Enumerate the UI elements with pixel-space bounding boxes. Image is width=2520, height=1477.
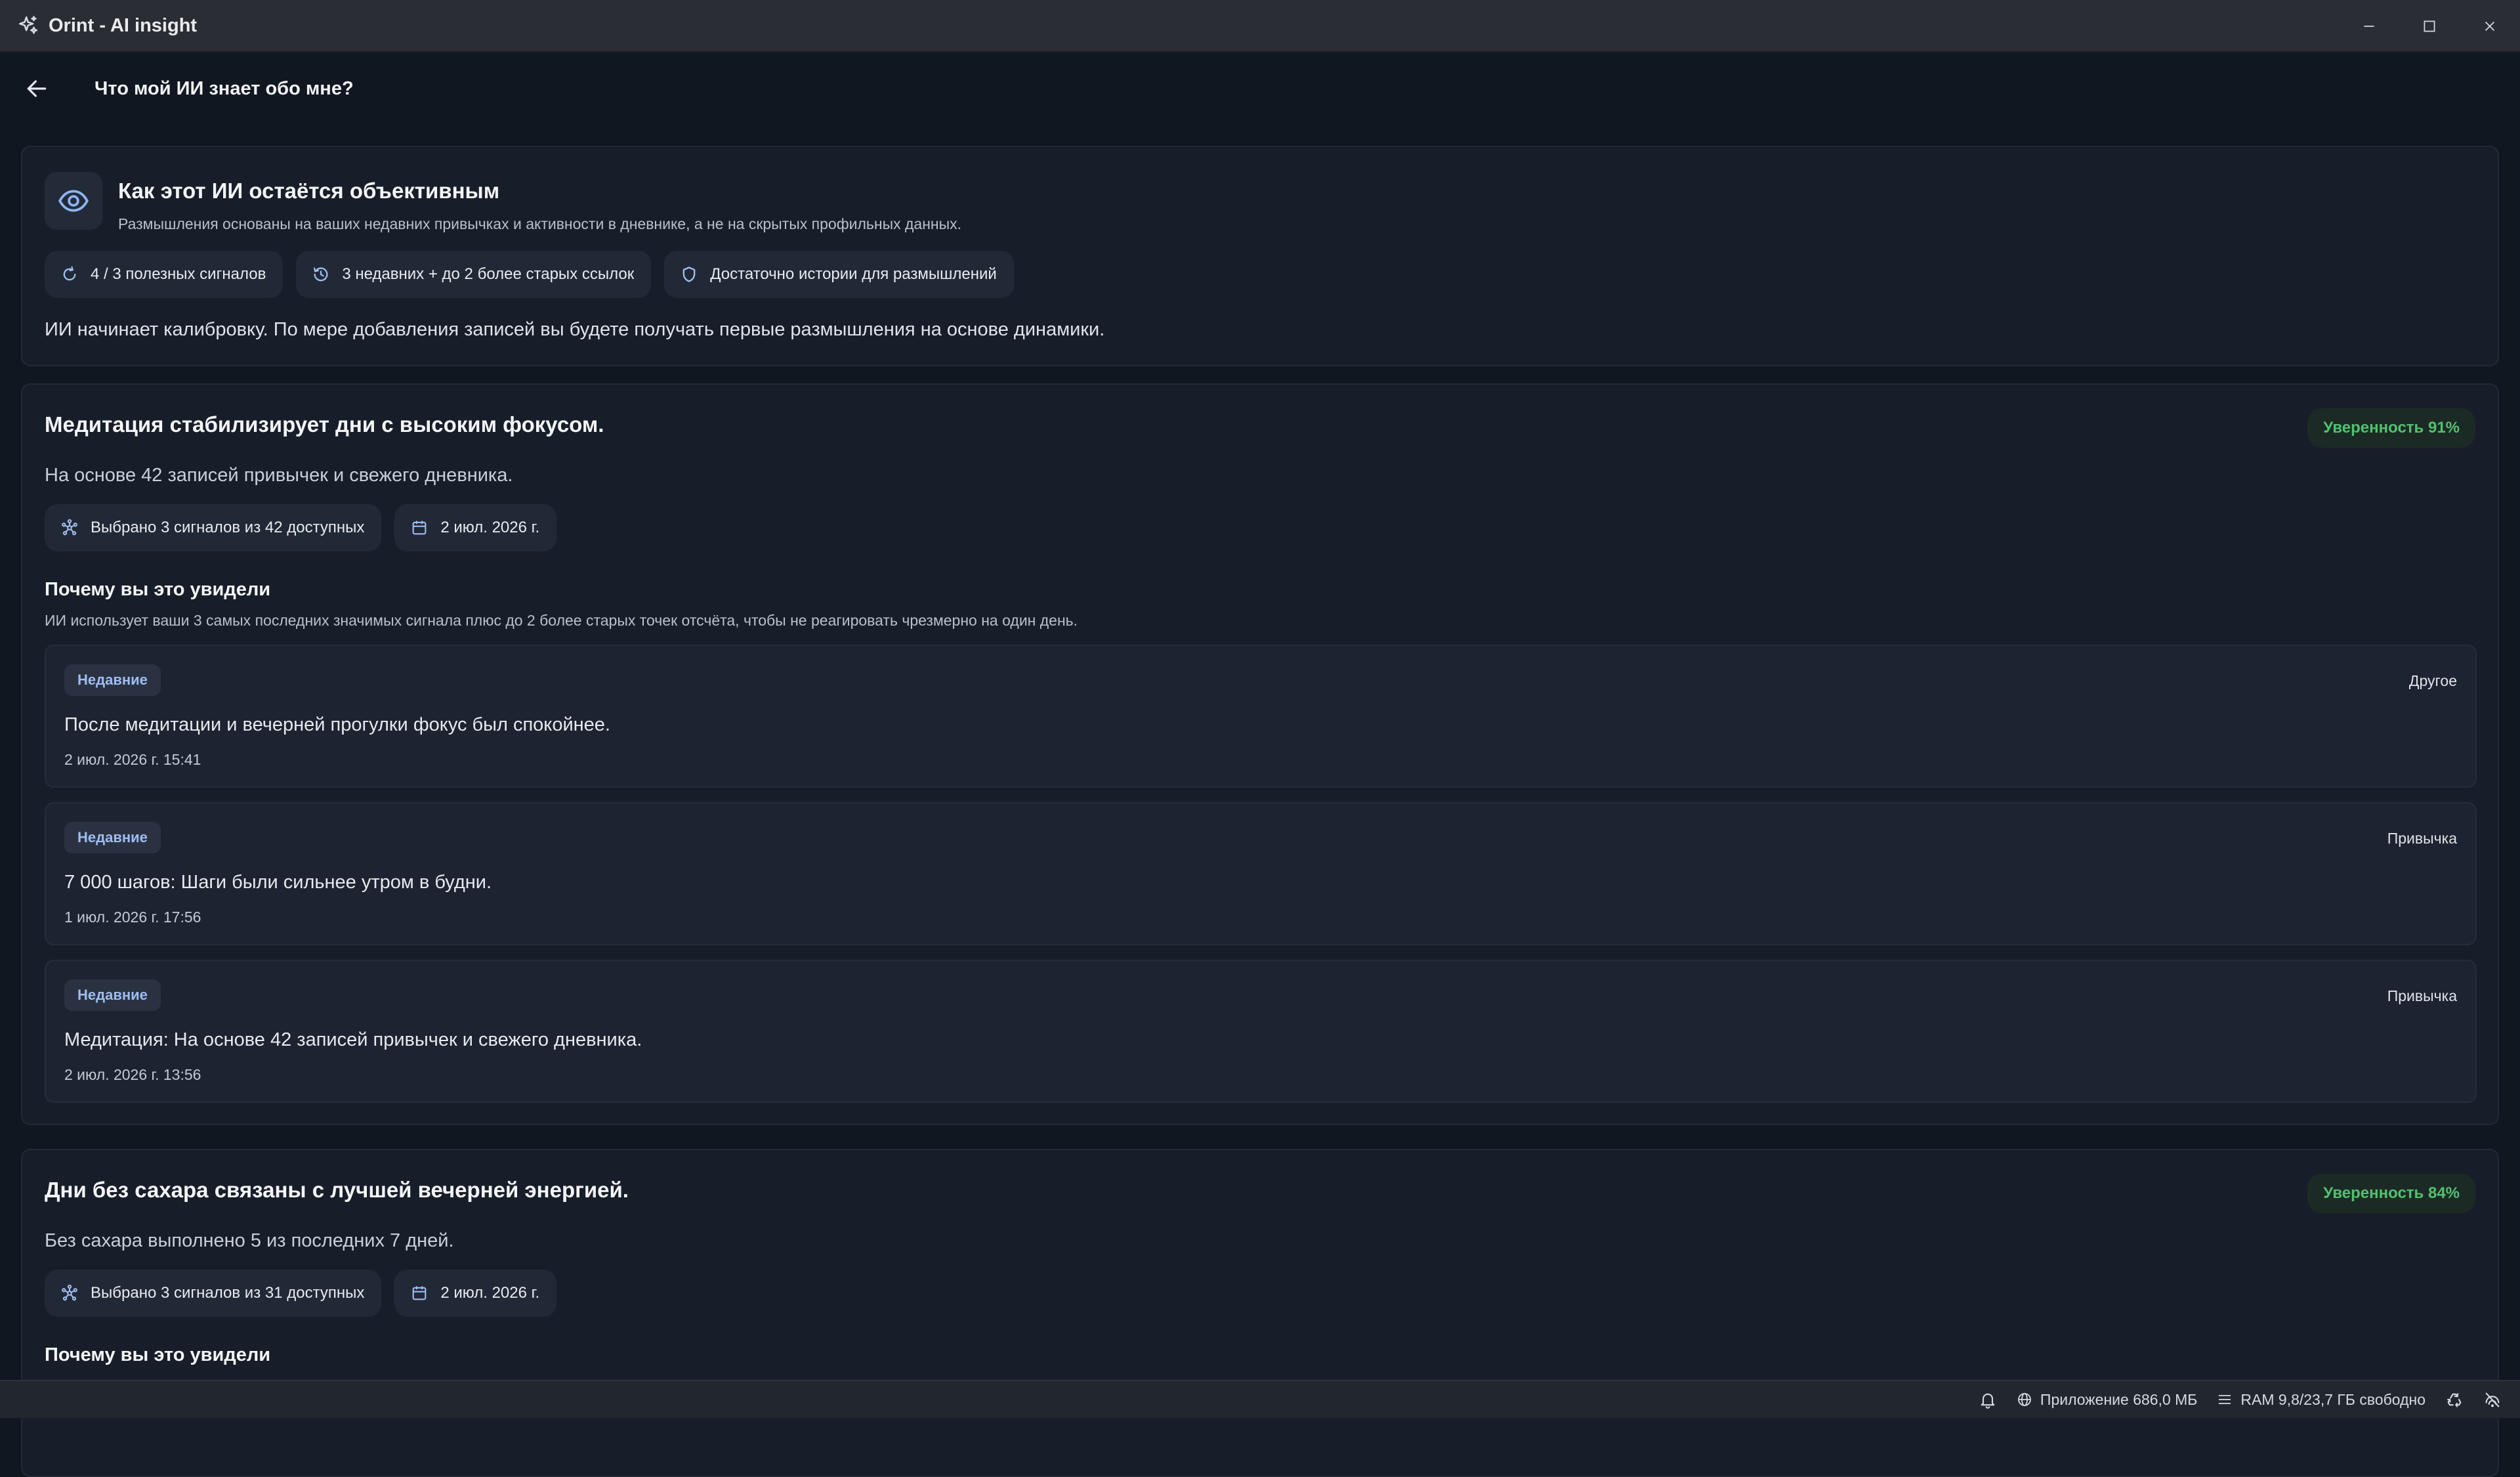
signal-kind: Привычка (2387, 830, 2457, 847)
objectivity-header: Как этот ИИ остаётся объективным Размышл… (45, 172, 961, 233)
eye-icon (58, 190, 89, 212)
useful-signals-label: 4 / 3 полезных сигналов (91, 265, 266, 283)
maximize-button[interactable] (2399, 0, 2460, 53)
status-bar: Приложение 686,0 МБ RAM 9,8/23,7 ГБ своб… (0, 1380, 2520, 1418)
network-icon (62, 1284, 77, 1301)
why-text: ИИ использует ваши 3 самых последних зна… (45, 612, 1078, 629)
why-title: Почему вы это увидели (45, 1344, 271, 1365)
ram-status: RAM 9,8/23,7 ГБ свободно (2217, 1391, 2426, 1409)
signal-text: 7 000 шагов: Шаги были сильнее утром в б… (64, 872, 492, 893)
sparkle-icon (18, 16, 38, 34)
selected-signals-label: Выбрано 3 сигналов из 42 доступных (91, 519, 365, 536)
page-header: Что мой ИИ знает обо мне? (0, 53, 2520, 125)
insight-card: Медитация стабилизирует дни с высоким фо… (21, 383, 2499, 1125)
cleanup-button[interactable] (2445, 1390, 2464, 1409)
globe-icon (2018, 1393, 2031, 1406)
signal-item: Недавние Другое После медитации и вечерн… (45, 645, 2477, 788)
selected-signals-label: Выбрано 3 сигналов из 31 доступных (91, 1284, 365, 1302)
signal-badge: Недавние (64, 822, 161, 853)
signal-time: 1 июл. 2026 г. 17:56 (64, 909, 201, 926)
close-icon (2485, 21, 2495, 32)
signal-time: 2 июл. 2026 г. 15:41 (64, 751, 201, 768)
app-memory-label: Приложение 686,0 МБ (2040, 1390, 2198, 1408)
signal-text: Медитация: На основе 42 записей привычек… (64, 1029, 642, 1050)
signal-badge: Недавние (64, 979, 161, 1011)
insight-title: Медитация стабилизирует дни с высоким фо… (45, 412, 604, 437)
shield-icon (682, 267, 696, 282)
ram-label: RAM 9,8/23,7 ГБ свободно (2240, 1390, 2426, 1408)
date-chip: 2 июл. 2026 г. (394, 1270, 557, 1317)
bell-icon (1981, 1393, 1995, 1409)
network-icon (62, 519, 77, 536)
useful-signals-chip: 4 / 3 полезных сигналов (45, 251, 284, 298)
signal-item: Недавние Привычка Медитация: На основе 4… (45, 960, 2477, 1103)
page-title: Что мой ИИ знает обо мне? (94, 77, 354, 99)
insight-summary: Без сахара выполнено 5 из последних 7 дн… (45, 1230, 454, 1251)
notifications-button[interactable] (1979, 1390, 1997, 1409)
arrow-left-icon (27, 80, 47, 97)
selected-signals-chip: Выбрано 3 сигналов из 42 доступных (45, 504, 382, 551)
calibration-note: ИИ начинает калибровку. По мере добавлен… (45, 319, 1105, 340)
recycle-icon (2447, 1393, 2462, 1407)
history-icon (314, 267, 328, 282)
objectivity-card: Как этот ИИ остаётся объективным Размышл… (21, 146, 2499, 366)
minimize-icon (2364, 26, 2374, 27)
signal-kind: Другое (2408, 672, 2457, 689)
insight-chips: Выбрано 3 сигналов из 42 доступных 2 июл… (45, 504, 557, 551)
memory-icon (2219, 1395, 2231, 1404)
selected-signals-chip: Выбрано 3 сигналов из 31 доступных (45, 1270, 382, 1317)
eye-icon-box (45, 172, 102, 230)
signal-text: После медитации и вечерней прогулки фоку… (64, 714, 610, 735)
insight-title: Дни без сахара связаны с лучшей вечерней… (45, 1178, 629, 1202)
signal-item: Недавние Привычка 7 000 шагов: Шаги были… (45, 802, 2477, 945)
window-title: Orint - AI insight (49, 14, 198, 36)
date-label: 2 июл. 2026 г. (440, 1284, 540, 1302)
signal-badge: Недавние (64, 664, 161, 696)
network-status-button[interactable] (2483, 1390, 2502, 1409)
objectivity-chips: 4 / 3 полезных сигналов 3 недавних + до … (45, 251, 1014, 298)
calendar-icon (412, 1286, 427, 1300)
insight-card: Дни без сахара связаны с лучшей вечерней… (21, 1149, 2499, 1477)
objectivity-subtitle: Размышления основаны на ваших недавних п… (118, 215, 962, 232)
references-label: 3 недавних + до 2 более старых ссылок (342, 265, 635, 283)
minimize-button[interactable] (2339, 0, 2399, 53)
history-sufficient-label: Достаточно истории для размышлений (710, 265, 997, 283)
back-button[interactable] (17, 69, 56, 108)
window-controls (2339, 0, 2520, 53)
maximize-icon (2424, 20, 2435, 32)
confidence-badge: Уверенность 91% (2307, 408, 2475, 448)
confidence-badge: Уверенность 84% (2307, 1174, 2475, 1213)
title-bar: Orint - AI insight (0, 0, 2520, 53)
network-off-icon (2485, 1392, 2500, 1407)
insight-chips: Выбрано 3 сигналов из 31 доступных 2 июл… (45, 1270, 557, 1317)
references-chip: 3 недавних + до 2 более старых ссылок (296, 251, 652, 298)
app-memory-status: Приложение 686,0 МБ (2017, 1390, 2198, 1409)
date-label: 2 июл. 2026 г. (440, 519, 540, 536)
signal-time: 2 июл. 2026 г. 13:56 (64, 1066, 201, 1083)
date-chip: 2 июл. 2026 г. (394, 504, 557, 551)
refresh-icon (63, 266, 76, 281)
insight-summary: На основе 42 записей привычек и свежего … (45, 465, 513, 486)
history-sufficient-chip: Достаточно истории для размышлений (664, 251, 1014, 298)
objectivity-title: Как этот ИИ остаётся объективным (118, 179, 500, 203)
signal-kind: Привычка (2387, 987, 2457, 1004)
why-title: Почему вы это увидели (45, 579, 271, 600)
close-button[interactable] (2460, 0, 2520, 53)
calendar-icon (412, 521, 427, 535)
